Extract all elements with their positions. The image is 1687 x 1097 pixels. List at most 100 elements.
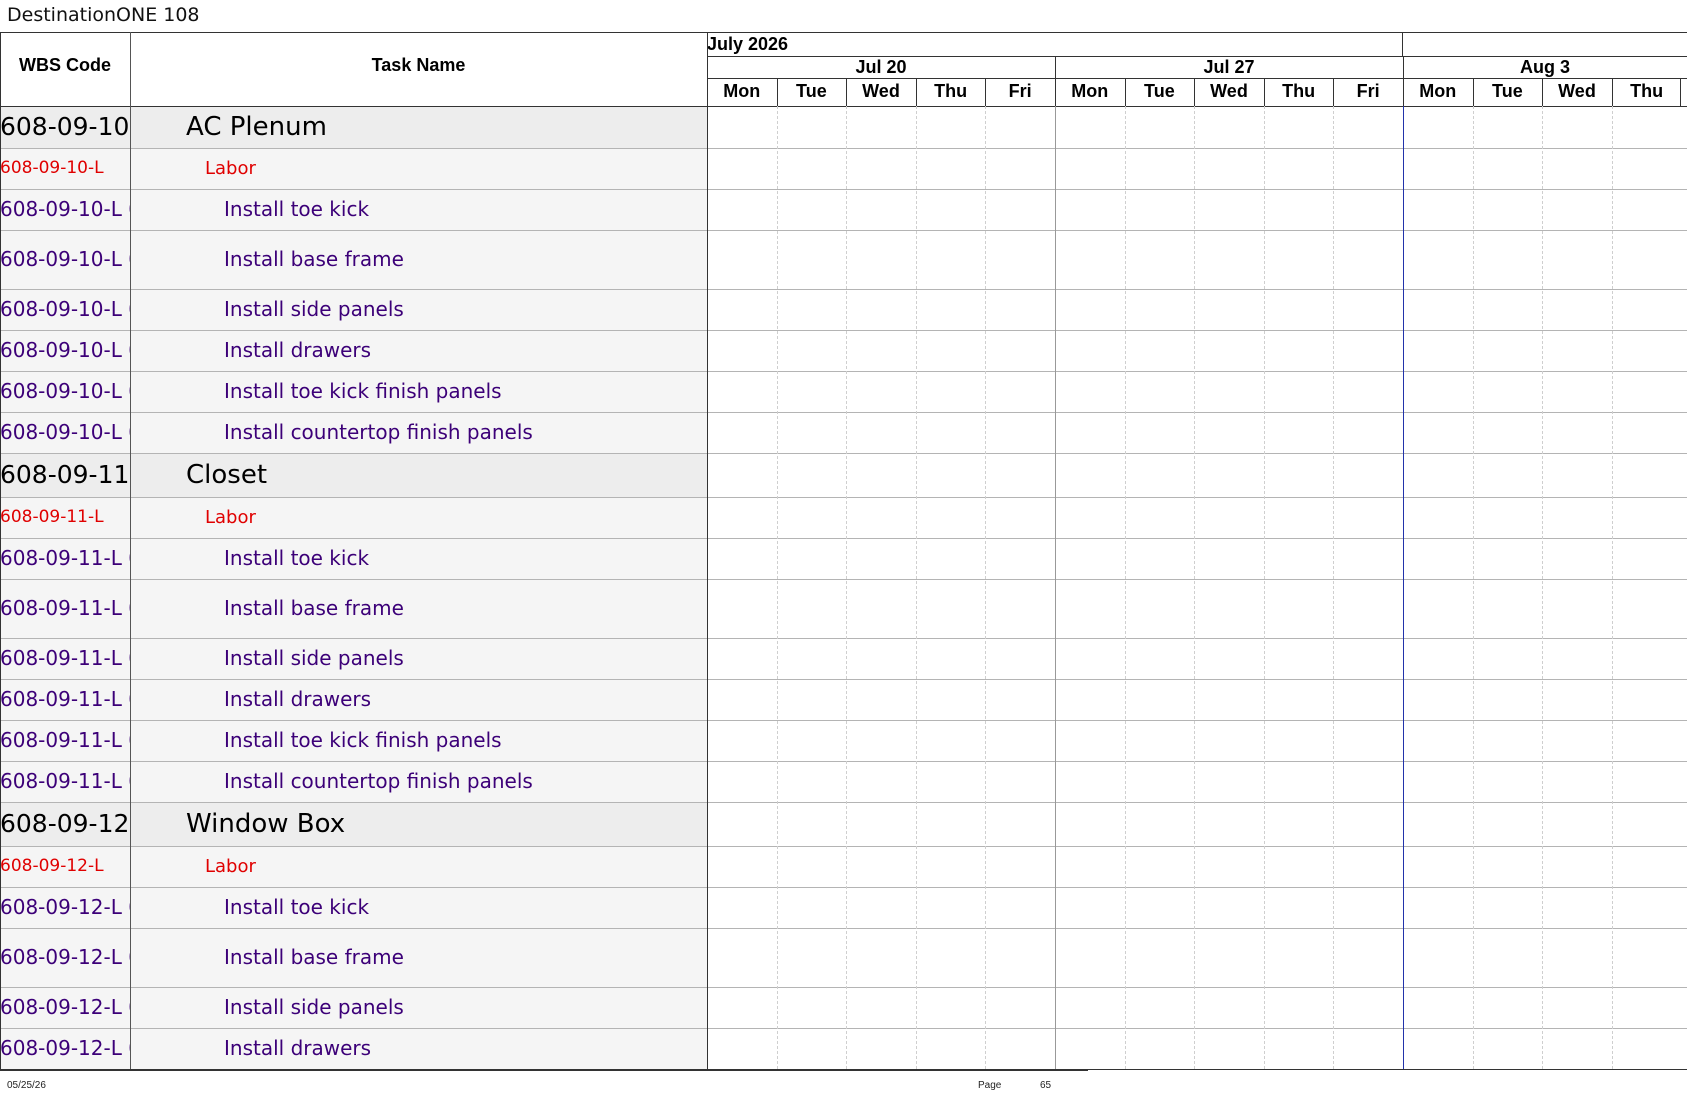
week-bottom-border (707, 78, 1687, 79)
task-column-header[interactable]: Task Name (130, 32, 707, 98)
day-header-divider (1542, 78, 1544, 106)
task-row[interactable]: 608-09-12-L 0 Install base frame (0, 928, 707, 987)
day-header-divider (1333, 78, 1335, 106)
row-divider (0, 189, 1687, 190)
task-row[interactable]: 608-09-11-L 0 Install base frame (0, 579, 707, 638)
wbs-column-header[interactable]: WBS Code (0, 32, 130, 98)
labor-row[interactable]: 608-09-10-L Labor (0, 148, 707, 189)
wbs-code: 608-09-11-L 0 (0, 769, 130, 793)
table-top-border (0, 32, 1687, 33)
task-row[interactable]: 608-09-10-L 0 Install base frame (0, 230, 707, 289)
row-divider (0, 720, 1687, 721)
task-row[interactable]: 608-09-10-L 0 Install drawers (0, 330, 707, 371)
month-bottom-border (707, 56, 1687, 57)
day-header: Thu (1630, 81, 1664, 101)
day-header: Thu (934, 81, 968, 101)
task-name: Install base frame (224, 945, 404, 969)
day-header-divider (1124, 78, 1126, 106)
day-header: Mon (723, 81, 761, 101)
task-name: Install side panels (224, 297, 404, 321)
wbs-code: 608-09-12-L 0 (0, 1036, 130, 1060)
summary-row[interactable]: 608-09-11 Closet (0, 453, 707, 497)
task-name: Install drawers (224, 338, 372, 362)
day-header-divider (915, 78, 917, 106)
footer-divider (0, 1070, 1088, 1071)
row-divider (0, 802, 1687, 803)
task-name: Install countertop finish panels (224, 420, 533, 444)
task-name: Install countertop finish panels (224, 769, 533, 793)
task-row[interactable]: 608-09-10-L 0 Install toe kick finish pan… (0, 371, 707, 412)
task-row[interactable]: 608-09-12-L 0 Install toe kick (0, 887, 707, 928)
day-header-divider (1472, 78, 1474, 106)
day-header: Tue (796, 81, 827, 101)
labor-row[interactable]: 608-09-12-L Labor (0, 846, 707, 887)
month-divider (1402, 32, 1403, 56)
task-name: Install side panels (224, 995, 404, 1019)
row-divider (0, 453, 1687, 454)
day-header: Mon (1071, 81, 1109, 101)
footer-date: 05/25/26 (7, 1080, 46, 1091)
wbs-code: 608-09-11-L (0, 507, 104, 527)
task-row[interactable]: 608-09-11-L 0 Install drawers (0, 679, 707, 720)
task-row[interactable]: 608-09-10-L 0 Install toe kick (0, 189, 707, 230)
task-name: Install base frame (224, 596, 404, 620)
row-divider (0, 538, 1687, 539)
wbs-code: 608-09-10-L 0 (0, 197, 130, 221)
wbs-code: 608-09-10-L 0 (0, 338, 130, 362)
summary-row[interactable]: 608-09-12 Window Box (0, 802, 707, 846)
task-name: Install toe kick finish panels (224, 728, 502, 752)
row-divider (0, 1028, 1687, 1029)
today-line (1403, 106, 1404, 1069)
task-name: Install toe kick finish panels (224, 379, 502, 403)
row-divider (0, 987, 1687, 988)
day-header: Fri (1356, 81, 1380, 101)
wbs-code: 608-09-12-L 0 (0, 945, 130, 969)
day-grid-line (1124, 106, 1126, 1069)
week-grid-line (1055, 106, 1056, 1069)
summary-row[interactable]: 608-09-10 AC Plenum (0, 106, 707, 148)
task-row[interactable]: 608-09-10-L 0 Install side panels (0, 289, 707, 330)
day-header: Thu (1282, 81, 1316, 101)
row-divider (0, 761, 1687, 762)
wbs-code: 608-09-11-L 0 (0, 646, 130, 670)
task-row[interactable]: 608-09-11-L 0 Install toe kick (0, 538, 707, 579)
task-name: Install drawers (224, 687, 372, 711)
task-row[interactable]: 608-09-12-L 0 Install drawers (0, 1028, 707, 1069)
day-header-divider (1055, 78, 1056, 106)
task-name: Install toe kick (224, 895, 370, 919)
task-row[interactable]: 608-09-11-L 0 Install toe kick finish pan… (0, 720, 707, 761)
day-header: Fri (1008, 81, 1032, 101)
day-grid-line (1472, 106, 1474, 1069)
day-header-divider (1263, 78, 1265, 106)
wbs-code: 608-09-11-L 0 (0, 687, 130, 711)
row-divider (0, 230, 1687, 231)
task-row[interactable]: 608-09-11-L 0 Install side panels (0, 638, 707, 679)
task-name: Labor (205, 507, 256, 528)
row-divider (0, 887, 1687, 888)
task-row[interactable]: 608-09-10-L 0 Install countertop finish p… (0, 412, 707, 453)
day-header-divider (1403, 78, 1404, 106)
day-grid-line (1611, 106, 1613, 1069)
day-grid-line (1263, 106, 1265, 1069)
day-header-divider (776, 78, 778, 106)
wbs-code: 608-09-10-L 0 (0, 420, 130, 444)
row-divider (0, 579, 1687, 580)
task-name: Install drawers (224, 1036, 372, 1060)
task-name: Install base frame (224, 247, 404, 271)
week-divider (1403, 56, 1404, 78)
row-divider (0, 679, 1687, 680)
task-name: Labor (205, 158, 256, 179)
row-divider (0, 638, 1687, 639)
day-grid-line (846, 106, 848, 1069)
task-name: Install side panels (224, 646, 404, 670)
day-header-divider (846, 78, 848, 106)
task-row[interactable]: 608-09-12-L 0 Install side panels (0, 987, 707, 1028)
footer-page-label: Page (978, 1080, 1002, 1091)
row-divider (0, 928, 1687, 929)
row-divider (0, 412, 1687, 413)
day-header: Mon (1419, 81, 1457, 101)
task-row[interactable]: 608-09-11-L 0 Install countertop finish p… (0, 761, 707, 802)
wbs-code: 608-09-12 (0, 809, 130, 838)
header-bottom-border (0, 106, 1687, 107)
labor-row[interactable]: 608-09-11-L Labor (0, 497, 707, 538)
